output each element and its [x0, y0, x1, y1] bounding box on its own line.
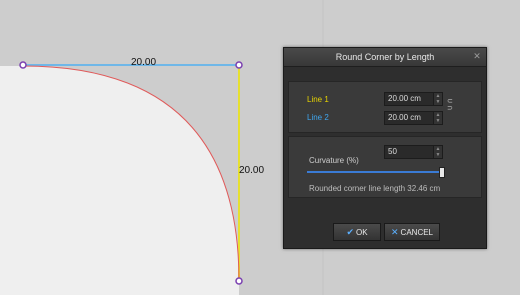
- curvature-slider-thumb[interactable]: [439, 167, 445, 178]
- round-corner-dialog: Round Corner by Length ✕ Line 1 20.00 cm…: [283, 47, 487, 249]
- top-dimension-label: 20.00: [131, 57, 157, 68]
- curvature-panel: Curvature (%) 50 ▲ ▼ Rounded corner line …: [288, 136, 482, 198]
- line1-label: Line 1: [307, 95, 329, 104]
- x-icon: ✕: [391, 227, 399, 237]
- ok-button[interactable]: ✔ OK: [333, 223, 381, 241]
- curvature-input[interactable]: 50 ▲ ▼: [384, 145, 443, 159]
- check-icon: ✔: [346, 227, 354, 237]
- lines-panel: Line 1 20.00 cm ▲ ▼ ⊂ ⊃ Line 2 20.00 cm ▲ ▼: [288, 81, 482, 133]
- right-dimension-label: 20.00: [239, 165, 265, 176]
- node-start: [19, 61, 27, 69]
- line2-label: Line 2: [307, 113, 329, 122]
- ok-label: OK: [355, 228, 368, 237]
- curvature-value: 50: [388, 147, 397, 156]
- curvature-stepper[interactable]: ▲ ▼: [433, 146, 442, 158]
- line2-length-input[interactable]: 20.00 cm ▲ ▼: [384, 111, 443, 125]
- curvature-slider[interactable]: [307, 171, 439, 173]
- cancel-label: CANCEL: [400, 228, 433, 237]
- cancel-button[interactable]: ✕ CANCEL: [384, 223, 440, 241]
- line1-length-value: 20.00 cm: [388, 94, 421, 103]
- line2-length-value: 20.00 cm: [388, 113, 421, 122]
- chain-link-icon[interactable]: ⊂ ⊃: [447, 98, 453, 112]
- curvature-label: Curvature (%): [309, 156, 359, 165]
- line1-length-input[interactable]: 20.00 cm ▲ ▼: [384, 92, 443, 106]
- close-icon[interactable]: ✕: [472, 51, 482, 61]
- rounded-length-info: Rounded corner line length 32.46 cm: [309, 184, 441, 193]
- dialog-title: Round Corner by Length: [335, 52, 435, 62]
- dialog-titlebar[interactable]: Round Corner by Length ✕: [284, 48, 486, 67]
- node-end: [235, 277, 243, 285]
- line2-stepper[interactable]: ▲ ▼: [433, 112, 442, 124]
- line1-stepper[interactable]: ▲ ▼: [433, 93, 442, 105]
- node-corner: [235, 61, 243, 69]
